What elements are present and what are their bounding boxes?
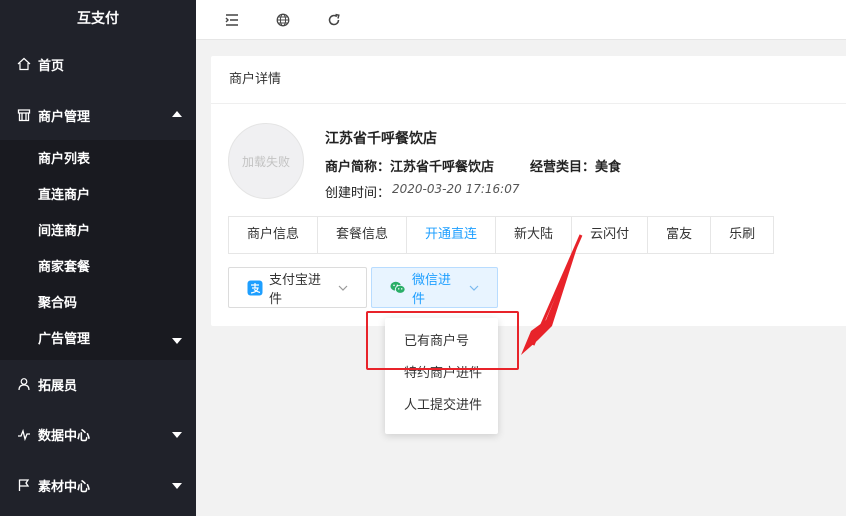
- wechat-button-label: 微信进件: [412, 272, 452, 307]
- sidebar-subitem-ad-management[interactable]: 广告管理: [0, 322, 196, 358]
- avatar: 加载失败: [228, 123, 304, 199]
- chevron-down-icon: [172, 483, 182, 489]
- sidebar-item-home[interactable]: 首页: [0, 38, 196, 90]
- flag-icon: [16, 477, 32, 493]
- tab-fuiou[interactable]: 富友: [648, 217, 712, 253]
- sidebar-item-label: 素材中心: [38, 479, 91, 495]
- tab-package-info[interactable]: 套餐信息: [318, 217, 408, 253]
- sidebar-subitem-merchant-list[interactable]: 商户列表: [0, 142, 196, 178]
- merchant-info: 江苏省千呼餐饮店 商户简称： 江苏省千呼餐饮店 经营类目： 美食 创建时间： 2…: [325, 128, 621, 201]
- sidebar-item-label: 商户管理: [38, 109, 91, 125]
- sidebar-item-label: 数据中心: [38, 428, 91, 444]
- sidebar-item-merchant-management[interactable]: 商户管理: [0, 90, 196, 140]
- home-icon: [16, 56, 32, 72]
- sidebar: 互支付 首页 商户管理 商户列表 直连商户 间连商户 商家套餐 聚合码 广告管理…: [0, 0, 196, 516]
- store-icon: [16, 107, 32, 123]
- wechat-onboarding-dropdown[interactable]: 微信进件: [371, 267, 498, 308]
- chevron-down-icon: [172, 432, 182, 438]
- tab-newland[interactable]: 新大陆: [496, 217, 573, 253]
- created-row: 创建时间： 2020-03-20 17:16:07: [325, 182, 621, 201]
- created-label: 创建时间：: [325, 186, 391, 201]
- menu-item-manual-submission[interactable]: 人工提交进件: [385, 390, 498, 422]
- globe-icon[interactable]: [275, 12, 291, 28]
- menu-fold-icon[interactable]: [224, 12, 240, 28]
- category-label: 经营类目：: [530, 160, 596, 175]
- sidebar-submenu: 商户列表 直连商户 间连商户 商家套餐 聚合码 广告管理: [0, 140, 196, 360]
- sidebar-subitem-direct-merchant[interactable]: 直连商户: [0, 178, 196, 214]
- chevron-down-icon: [469, 285, 479, 291]
- alipay-icon: [247, 280, 263, 296]
- sidebar-subitem-label: 广告管理: [38, 332, 91, 347]
- card-title: 商户详情: [211, 56, 846, 104]
- merchant-detail-card: 商户详情 加载失败 江苏省千呼餐饮店 商户简称： 江苏省千呼餐饮店 经营类目： …: [211, 56, 846, 326]
- tab-leshua[interactable]: 乐刷: [711, 217, 773, 253]
- wechat-onboarding-menu: 已有商户号 特约商户进件 人工提交进件: [385, 318, 498, 434]
- chevron-up-icon: [172, 111, 182, 117]
- sidebar-item-material-center[interactable]: 素材中心: [0, 460, 196, 510]
- menu-item-special-merchant-onboarding[interactable]: 特约商户进件: [385, 358, 498, 390]
- chevron-down-icon: [338, 285, 348, 291]
- sidebar-subitem-aggregate-code[interactable]: 聚合码: [0, 286, 196, 322]
- merchant-tabs: 商户信息 套餐信息 开通直连 新大陆 云闪付 富友 乐刷: [228, 216, 775, 254]
- user-icon: [16, 376, 32, 392]
- sidebar-subitem-merchant-package[interactable]: 商家套餐: [0, 250, 196, 286]
- short-name-value: 江苏省千呼餐饮店: [390, 160, 495, 175]
- tab-unionpay-quickpass[interactable]: 云闪付: [572, 217, 649, 253]
- sidebar-item-label: 拓展员: [38, 378, 78, 394]
- tab-merchant-info[interactable]: 商户信息: [229, 217, 319, 253]
- app-logo: 互支付: [77, 11, 119, 27]
- sidebar-item-data-center[interactable]: 数据中心: [0, 408, 196, 460]
- wechat-icon: [390, 280, 406, 296]
- avatar-placeholder-text: 加载失败: [241, 154, 290, 169]
- created-value: 2020-03-20 17:16:07: [392, 182, 520, 196]
- sidebar-subitem-indirect-merchant[interactable]: 间连商户: [0, 214, 196, 250]
- top-bar: [196, 0, 846, 40]
- chevron-down-icon: [172, 338, 182, 344]
- tab-open-direct[interactable]: 开通直连: [407, 217, 497, 253]
- sidebar-item-promoter[interactable]: 拓展员: [0, 360, 196, 408]
- short-name-label: 商户简称：: [325, 160, 391, 175]
- merchant-name: 江苏省千呼餐饮店: [325, 131, 437, 147]
- refresh-icon[interactable]: [326, 12, 342, 28]
- menu-item-existing-merchant-id[interactable]: 已有商户号: [385, 326, 498, 358]
- alipay-button-label: 支付宝进件: [269, 272, 322, 307]
- merchant-info-row: 商户简称： 江苏省千呼餐饮店 经营类目： 美食: [325, 156, 621, 175]
- chart-line-icon: [16, 426, 32, 442]
- category-value: 美食: [595, 160, 622, 175]
- alipay-onboarding-dropdown[interactable]: 支付宝进件: [228, 267, 367, 308]
- sidebar-item-label: 首页: [38, 58, 65, 74]
